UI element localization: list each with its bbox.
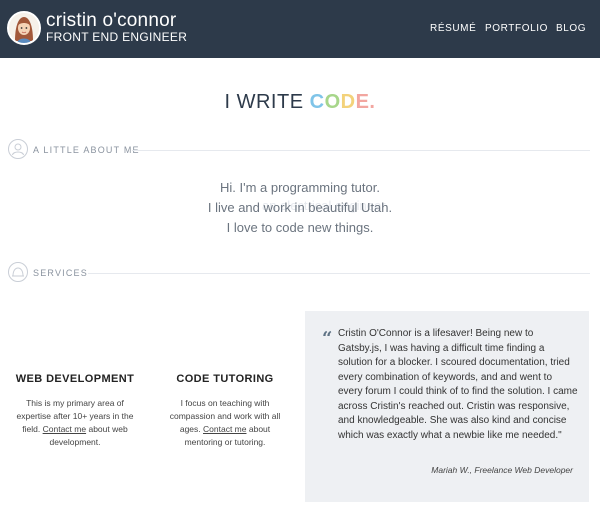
service-title-code-tutoring: CODE TUTORING: [176, 373, 274, 385]
service-title-web-development: WEB DEVELOPMENT: [15, 373, 135, 385]
about-line-2: I live and work in beautiful Utah.: [207, 200, 393, 215]
hero-prefix: I WRITE: [224, 91, 310, 113]
testimonial-author: Mariah W., Freelance Web Developer: [431, 465, 573, 475]
quote-icon: “: [322, 328, 333, 349]
code-letter-o: O: [324, 91, 341, 113]
section-heading-about: A LITTLE ABOUT ME: [33, 145, 140, 155]
code-period: .: [369, 91, 376, 113]
code-letter-d: D: [340, 91, 356, 113]
site-header: cristin o'connor FRONT END ENGINEER RÉSU…: [0, 0, 600, 58]
service-desc-web-development: This is my primary area of expertise aft…: [12, 397, 138, 449]
nav-portfolio[interactable]: PORTFOLIO: [485, 23, 548, 34]
bell-icon: [8, 262, 28, 282]
code-letter-c: C: [309, 91, 325, 113]
contact-link[interactable]: Contact me: [203, 424, 246, 434]
service-desc-code-tutoring: I focus on teaching with compassion and …: [162, 397, 288, 449]
avatar[interactable]: [7, 11, 41, 45]
section-divider: [88, 273, 590, 274]
hero-heading: I WRITE CODE.: [0, 90, 600, 114]
code-letter-e: E: [355, 91, 370, 113]
testimonial-card: “ Cristin O'Connor is a lifesaver! Being…: [305, 311, 589, 502]
contact-link[interactable]: Contact me: [43, 424, 86, 434]
nav-blog[interactable]: BLOG: [556, 23, 586, 34]
testimonial-text: Cristin O'Connor is a lifesaver! Being n…: [338, 328, 578, 441]
about-line-3: I love to code new things.: [226, 220, 374, 235]
section-heading-services: SERVICES: [33, 268, 88, 278]
brand-name[interactable]: cristin o'connor: [46, 11, 176, 31]
brand-subtitle: FRONT END ENGINEER: [46, 30, 188, 44]
avatar-portrait-icon: [9, 13, 39, 43]
nav-resume[interactable]: RÉSUMÉ: [430, 23, 476, 34]
person-icon: [8, 139, 28, 159]
about-line-1: Hi. I'm a programming tutor.: [220, 180, 380, 195]
section-divider: [132, 150, 590, 151]
hero-code-word: CODE.: [310, 91, 376, 113]
